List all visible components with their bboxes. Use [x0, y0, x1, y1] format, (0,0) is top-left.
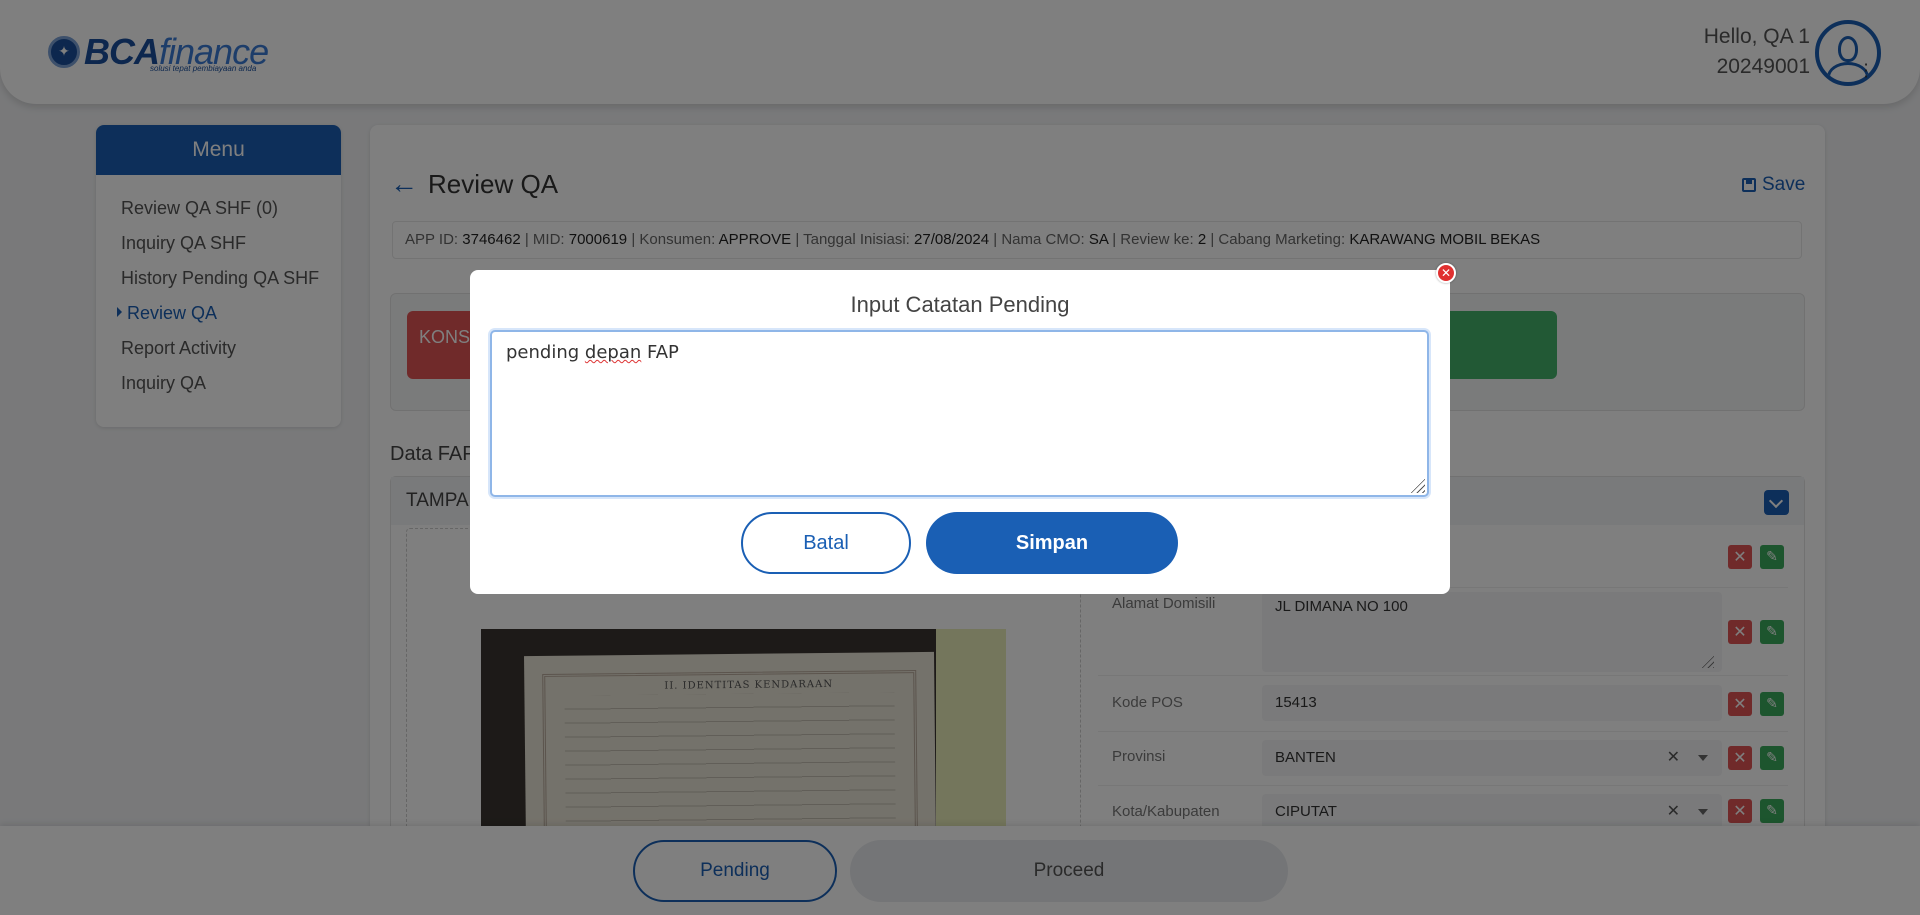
- simpan-button[interactable]: Simpan: [926, 512, 1178, 574]
- pending-note-dialog: Input Catatan Pending pending depan FAP …: [470, 270, 1450, 594]
- cancel-button[interactable]: Batal: [741, 512, 911, 574]
- close-icon[interactable]: ✕: [1436, 263, 1456, 283]
- pending-note-textarea[interactable]: [490, 330, 1429, 497]
- dialog-title: Input Catatan Pending: [850, 292, 1070, 317]
